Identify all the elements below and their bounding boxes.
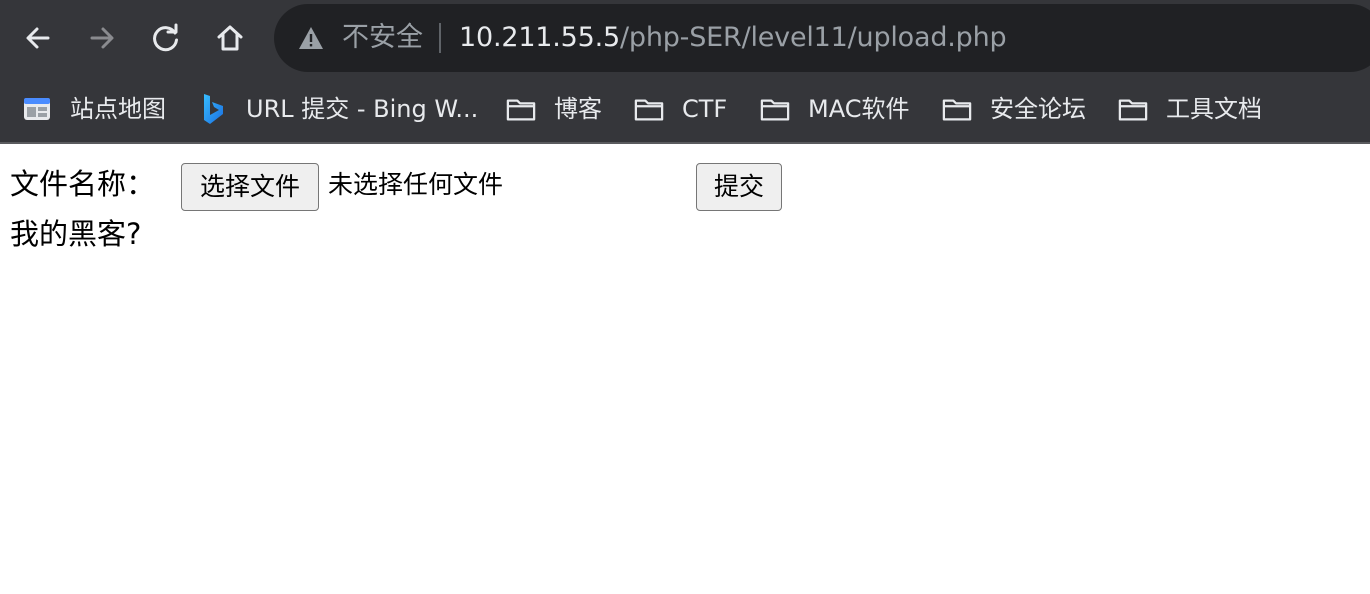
bookmark-folder-mac-software[interactable]: MAC软件 [760,91,909,127]
back-button[interactable] [14,14,62,62]
file-name-label: 文件名称： [10,167,156,201]
security-status-label[interactable]: 不安全 [342,22,423,54]
arrow-left-icon [23,23,53,53]
choose-file-button[interactable]: 选择文件 [181,163,319,211]
bookmark-folder-tool-docs[interactable]: 工具文档 [1118,91,1262,127]
bookmark-bing-url-submit[interactable]: URL 提交 - Bing W... [198,91,478,127]
folder-icon [760,94,790,124]
address-bar-divider [439,23,441,53]
url-text[interactable]: 10.211.55.5/php-SER/level11/upload.php [459,22,1007,54]
bookmark-label: 工具文档 [1166,95,1262,123]
bookmark-label: URL 提交 - Bing W... [246,95,479,123]
bookmark-label: 博客 [554,95,602,123]
bookmark-folder-security-forum[interactable]: 安全论坛 [942,91,1086,127]
bookmark-folder-blog[interactable]: 博客 [506,91,602,127]
url-host: 10.211.55.5 [459,22,620,53]
home-button[interactable] [206,14,254,62]
bookmark-sitemap[interactable]: 站点地图 [22,91,166,127]
reload-button[interactable] [142,14,190,62]
reload-icon [151,23,181,53]
bookmark-label: CTF [682,95,728,123]
address-bar[interactable]: 不安全 10.211.55.5/php-SER/level11/upload.p… [274,4,1370,72]
forward-button[interactable] [78,14,126,62]
bookmark-folder-ctf[interactable]: CTF [634,91,727,127]
bookmarks-bar: 站点地图 URL 提交 - Bing W... 博客 CTF MAC软件 安全论… [0,76,1370,144]
browser-toolbar: 不安全 10.211.55.5/php-SER/level11/upload.p… [0,0,1370,76]
folder-icon [506,94,536,124]
submit-button[interactable]: 提交 [696,163,782,211]
bookmark-label: 安全论坛 [990,95,1086,123]
bookmark-label: MAC软件 [808,95,910,123]
sitemap-icon [22,94,52,124]
folder-icon [942,94,972,124]
page-content: 文件名称： 选择文件 未选择任何文件 提交 我的黑客? [0,146,1370,594]
result-message: 我的黑客? [10,217,142,251]
warning-triangle-icon[interactable] [298,26,324,54]
no-file-selected-text: 未选择任何文件 [328,170,504,199]
home-icon [215,23,245,53]
url-path: /php-SER/level11/upload.php [619,22,1007,53]
bing-icon [198,94,228,124]
arrow-right-icon [87,23,117,53]
folder-icon [1118,94,1148,124]
bookmark-label: 站点地图 [70,95,166,123]
folder-icon [634,94,664,124]
